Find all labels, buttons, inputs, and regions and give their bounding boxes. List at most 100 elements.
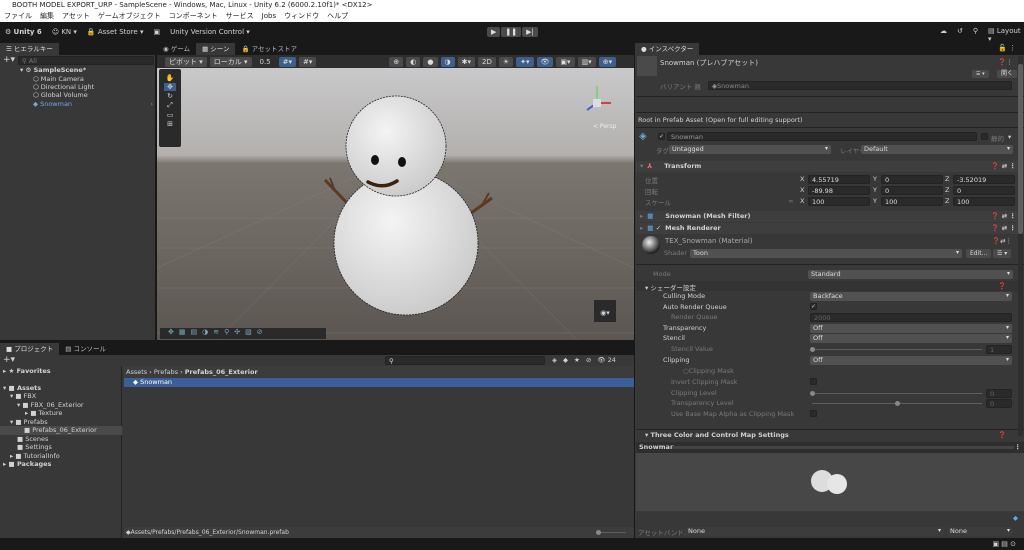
asset-variant-dropdown[interactable]: None	[947, 527, 1013, 536]
edit-shader-button[interactable]: Edit...	[966, 249, 992, 258]
scale-y-field[interactable]: 100	[881, 197, 943, 206]
visibility-icon[interactable]: 👁	[536, 56, 554, 67]
star-icon[interactable]: ★	[574, 356, 580, 364]
scale-axis-label[interactable]: Y	[873, 197, 877, 205]
effects-icon[interactable]: ✦▾	[516, 56, 534, 67]
inspector-scrollbar[interactable]	[1018, 56, 1023, 436]
account-button[interactable]: ☺ KN ▾	[52, 28, 77, 36]
pause-button[interactable]: ❚❚	[501, 27, 522, 37]
tree-item[interactable]: ▾ ■ FBX	[10, 392, 36, 401]
grid-toggle[interactable]: #▾	[299, 56, 317, 67]
trans-level-field[interactable]: 0	[986, 399, 1012, 408]
hierarchy-search-input[interactable]: ⚲ All	[18, 56, 154, 65]
camera-overlay[interactable]: ◉▾	[594, 300, 616, 322]
tab-game[interactable]: ◉ ゲーム	[157, 43, 196, 55]
overlay-tool-6[interactable]: ⚲	[224, 328, 229, 339]
mode-dropdown[interactable]: Standard	[808, 270, 1013, 279]
overlay-tool-7[interactable]: ✣	[234, 328, 240, 339]
tree-item[interactable]: ▸ ■ Texture	[25, 409, 62, 418]
clip-level-knob[interactable]	[810, 391, 815, 396]
position-axis-label[interactable]: Y	[873, 175, 877, 183]
active-checkbox[interactable]: ✓	[658, 133, 665, 140]
menu-services[interactable]: サービス	[226, 11, 254, 22]
icon-size-slider[interactable]	[598, 532, 626, 533]
history-icon[interactable]: ↺	[957, 27, 963, 43]
rotation-axis-label[interactable]: Y	[873, 186, 877, 194]
camera-icon[interactable]: ▣▾	[556, 56, 575, 67]
tab-hierarchy[interactable]: ☰ ヒエラルキー	[0, 43, 59, 55]
asset-bundle-dropdown[interactable]: None	[685, 527, 944, 536]
menu-help[interactable]: ヘルプ	[327, 11, 348, 22]
2d-toggle[interactable]: 2D	[478, 56, 496, 67]
use-base-alpha-checkbox[interactable]	[810, 410, 817, 417]
trans-level-knob[interactable]	[895, 401, 900, 406]
menu-gameobject[interactable]: ゲームオブジェクト	[98, 11, 161, 22]
pivot-dropdown[interactable]: ピボット ▾	[165, 56, 207, 67]
mesh-renderer-header[interactable]: ▸ ▦ ✓ Mesh Renderer ❓ ⇄ ⋮	[636, 223, 1018, 234]
shader-menu-button[interactable]: ☰ ▾	[993, 249, 1012, 258]
filter-icon[interactable]: ◈	[552, 356, 557, 364]
menu-file[interactable]: ファイル	[4, 11, 32, 22]
menu-assets[interactable]: アセット	[62, 11, 90, 22]
tab-console[interactable]: ▤ コンソール	[59, 343, 112, 355]
tree-item[interactable]: ▸ ■ Packages	[3, 460, 51, 469]
move-tool-icon[interactable]: ✥	[164, 83, 176, 91]
mesh-filter-header[interactable]: ▸ ▦ Snowman (Mesh Filter) ❓ ⇄ ⋮	[636, 211, 1018, 222]
culling-dropdown[interactable]: Backface	[810, 292, 1012, 301]
add-button[interactable]: +▾	[3, 55, 15, 65]
project-add-button[interactable]: +▾	[3, 355, 15, 365]
rotation-y-field[interactable]: 0	[881, 186, 943, 195]
transform-header[interactable]: ▾ ⅄ Transform ❓ ⇄ ⋮	[636, 161, 1018, 172]
rotation-z-field[interactable]: 0	[953, 186, 1015, 195]
scale-tool-icon[interactable]: ⤢	[167, 101, 173, 110]
play-button[interactable]: ▶	[487, 27, 501, 37]
overrides-dropdown[interactable]: ☰ ▾	[972, 70, 989, 78]
asset-label-icon[interactable]: ◆	[1013, 514, 1018, 522]
position-y-field[interactable]: 0	[881, 175, 943, 184]
overlay-tool-9[interactable]: ⊘	[257, 328, 263, 339]
tree-item[interactable]: ■ Settings	[17, 443, 52, 452]
variant-parent-field[interactable]: ◆Snowman	[708, 81, 1012, 90]
orientation-icon[interactable]: ⊕	[389, 56, 404, 67]
tab-project[interactable]: ■ プロジェクト	[0, 343, 60, 355]
help-icon[interactable]: ❓	[998, 431, 1006, 439]
lighting-toggle[interactable]: ☀	[498, 56, 514, 67]
clip-level-slider[interactable]	[812, 393, 982, 394]
rotation-axis-label[interactable]: X	[800, 186, 804, 194]
render-queue-field[interactable]: 2000	[810, 313, 1012, 322]
stencil-dropdown[interactable]: Off	[810, 334, 1012, 343]
overlay-tool-8[interactable]: ▧	[245, 328, 252, 339]
hand-tool-icon[interactable]: ✋	[166, 74, 175, 82]
draw-mode-icon[interactable]: ◑	[440, 56, 455, 67]
scale-x-field[interactable]: 100	[808, 197, 870, 206]
rotation-axis-label[interactable]: Z	[945, 186, 949, 194]
cloud-icon[interactable]: ☁	[940, 27, 947, 43]
constrain-scale-icon[interactable]: ∞	[788, 197, 793, 205]
breadcrumb-current[interactable]: Prefabs_06_Exterior	[185, 368, 258, 376]
menu-jobs[interactable]: Jobs	[262, 11, 276, 22]
transparency-dropdown[interactable]: Off	[810, 324, 1012, 333]
position-x-field[interactable]: 4.55719	[808, 175, 870, 184]
overlay-tool-2[interactable]: ▦	[179, 328, 186, 339]
package-icon[interactable]: ▣	[154, 28, 161, 36]
tree-item-selected[interactable]: ■ Prefabs_06_Exterior	[0, 426, 122, 435]
stencil-value-field[interactable]: 1	[986, 345, 1012, 354]
static-dropdown[interactable]: ▾	[1008, 133, 1011, 141]
menu-edit[interactable]: 編集	[40, 11, 54, 22]
hierarchy-item[interactable]: ⬡ Global Volume	[33, 91, 88, 100]
layout-dropdown[interactable]: ▤ Layout ▾	[988, 27, 1024, 43]
preview-area[interactable]	[636, 453, 1024, 511]
overlay-tool-3[interactable]: ▤	[191, 328, 198, 339]
auto-render-queue-checkbox[interactable]: ✓	[810, 303, 817, 310]
material-menu-icons[interactable]: ❓⇄⋮	[992, 237, 1012, 245]
overlay-tool-4[interactable]: ◑	[202, 328, 208, 339]
version-control-button[interactable]: Unity Version Control ▾	[170, 28, 250, 36]
help-icon[interactable]: ❓	[998, 282, 1006, 290]
name-field[interactable]: Snowman	[667, 132, 977, 141]
debug-icon[interactable]: ✱▾	[457, 56, 476, 67]
tab-asset-store[interactable]: 🔒 アセットストア	[235, 43, 303, 55]
grid-snap-button[interactable]: #▾	[278, 56, 297, 67]
scale-z-field[interactable]: 100	[953, 197, 1015, 206]
project-search-input[interactable]: ⚲	[385, 356, 545, 365]
invert-mask-checkbox[interactable]	[810, 378, 817, 385]
